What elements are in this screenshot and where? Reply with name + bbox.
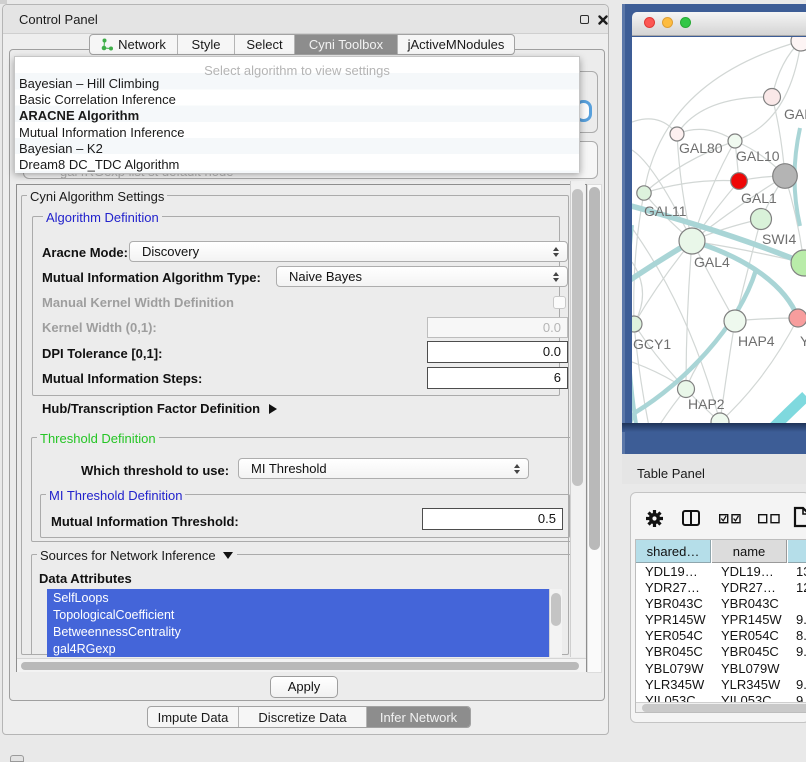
svg-text:GCY1: GCY1 — [633, 336, 671, 352]
svg-text:HAP4: HAP4 — [738, 333, 775, 349]
svg-text:SWI4: SWI4 — [762, 231, 796, 247]
svg-text:GAL1: GAL1 — [741, 190, 777, 206]
svg-text:Y: Y — [800, 333, 806, 349]
svg-text:GAL: GAL — [784, 106, 806, 122]
svg-text:GAL4: GAL4 — [694, 254, 730, 270]
svg-text:HAP2: HAP2 — [688, 396, 725, 412]
svg-text:GAL11: GAL11 — [644, 203, 687, 219]
svg-text:GAL10: GAL10 — [736, 148, 780, 164]
svg-text:GAL80: GAL80 — [679, 140, 723, 156]
